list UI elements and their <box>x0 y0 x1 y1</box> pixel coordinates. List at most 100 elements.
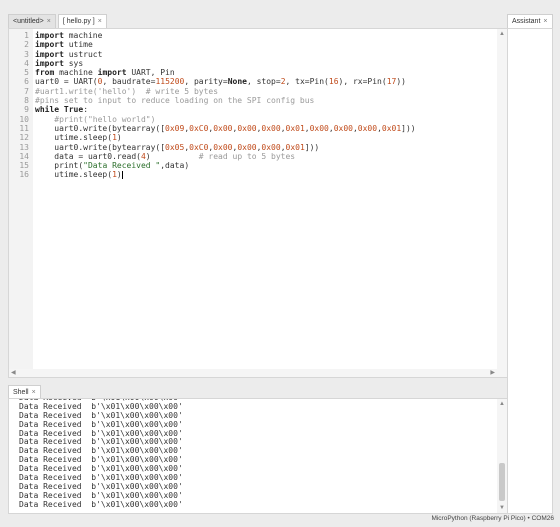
code-text: from machine import UART, Pin <box>35 68 175 77</box>
code-text: while True: <box>35 105 88 114</box>
tab-untitled[interactable]: <untitled> × <box>8 14 56 28</box>
code-line[interactable]: 10 #print("hello world") <box>9 115 495 124</box>
code-area[interactable]: 1 import machine 2 import utime 3 import ustr… <box>9 31 495 180</box>
code-token: 0x00 <box>237 123 257 133</box>
text-cursor <box>121 170 123 179</box>
line-number: 13 <box>19 142 29 152</box>
code-text: #uart1.write('hello') # write 5 bytes <box>35 87 218 96</box>
close-icon[interactable]: × <box>32 389 36 396</box>
code-token: : <box>83 105 89 115</box>
code-token: ,data) <box>160 161 190 171</box>
line-number: 5 <box>24 68 29 78</box>
code-token: import <box>35 40 64 50</box>
line-number: 14 <box>19 151 29 161</box>
code-token: #pins set to input to reduce loading on … <box>35 96 315 106</box>
scroll-up-icon[interactable]: ▲ <box>497 29 507 39</box>
code-line[interactable]: 13 uart0.write(bytearray([0x05,0xC0,0x00… <box>9 143 495 152</box>
code-token: 0xC0 <box>189 142 209 152</box>
code-text: utime.sleep(1) <box>35 170 123 179</box>
code-line[interactable]: 12 utime.sleep(1) <box>9 133 495 142</box>
tab-label: Assistant <box>512 18 541 25</box>
code-token: import <box>97 68 127 78</box>
code-token: 0x05 <box>165 142 185 152</box>
close-icon[interactable]: × <box>543 18 547 25</box>
tab-label: <untitled> <box>13 18 44 25</box>
line-number: 15 <box>19 161 29 171</box>
tab-assistant[interactable]: Assistant × <box>507 14 553 28</box>
close-icon[interactable]: × <box>98 18 102 25</box>
code-token: "Data Received " <box>83 161 161 171</box>
scroll-left-icon[interactable]: ◀ <box>11 369 16 377</box>
code-token: 0x00 <box>237 142 257 152</box>
code-token: utime <box>63 40 93 50</box>
code-token: 0x01 <box>381 123 402 133</box>
scroll-thumb[interactable] <box>499 463 505 501</box>
code-token: 115200 <box>155 77 185 87</box>
code-token: 0xC0 <box>189 123 209 133</box>
tab-hello-py[interactable]: [ hello.py ] × <box>57 14 107 28</box>
tab-label: [ hello.py ] <box>62 18 95 25</box>
scroll-right-icon[interactable]: ▶ <box>490 369 495 377</box>
code-token: ), rx=Pin( <box>338 77 387 87</box>
editor-tab-bar: <untitled> × [ hello.py ] × <box>8 14 107 28</box>
code-token: uart0.write(bytearray([ <box>35 123 166 133</box>
code-token: , tx=Pin( <box>285 77 329 87</box>
code-line[interactable]: 11 uart0.write(bytearray([0x09,0xC0,0x00… <box>9 124 495 133</box>
code-token: 0x00 <box>261 123 281 133</box>
tab-shell[interactable]: Shell × <box>8 385 41 399</box>
code-line[interactable]: 3 import ustruct <box>9 50 495 59</box>
code-token: 0x09 <box>165 123 185 133</box>
editor-horizontal-scrollbar[interactable]: ◀ ▶ <box>9 369 507 377</box>
close-icon[interactable]: × <box>47 18 51 25</box>
shell-panel[interactable]: Data Received b'\x01\x00\x00\x00' Data Re… <box>8 398 508 514</box>
code-token: print( <box>35 161 84 171</box>
shell-line: Data Received b'\x01\x00\x00\x00' <box>19 499 183 509</box>
code-editor[interactable]: 1 import machine 2 import utime 3 import ustr… <box>8 28 508 378</box>
code-line[interactable]: 8 #pins set to input to reduce loading on… <box>9 96 495 105</box>
code-line[interactable]: 1 import machine <box>9 31 495 40</box>
code-token: 0x00 <box>333 123 353 133</box>
line-number: 2 <box>24 40 29 50</box>
line-number: 11 <box>19 123 29 133</box>
code-text: uart0.write(bytearray([0x09,0xC0,0x00,0x… <box>35 123 415 133</box>
code-line[interactable]: 5 from machine import UART, Pin <box>9 68 495 77</box>
scroll-down-icon[interactable]: ▼ <box>497 503 507 513</box>
line-number: 6 <box>24 77 29 87</box>
ide-window: <untitled> × [ hello.py ] × 1 import machin… <box>0 0 560 527</box>
code-text: import machine <box>35 31 102 40</box>
code-token: #uart1.write('hello') # write 5 bytes <box>35 86 219 96</box>
code-text: import sys <box>35 59 83 68</box>
code-text: #pins set to input to reduce loading on … <box>35 96 314 105</box>
code-token: machine <box>63 31 103 40</box>
code-text: import ustruct <box>35 50 102 59</box>
code-text: print("Data Received ",data) <box>35 161 189 170</box>
editor-vertical-scrollbar[interactable]: ▲ ▼ <box>497 29 507 377</box>
line-number: 4 <box>24 58 29 68</box>
code-line[interactable]: 7 #uart1.write('hello') # write 5 bytes <box>9 87 495 96</box>
code-line[interactable]: 14 data = uart0.read(4) # read up to 5 b… <box>9 152 495 161</box>
line-number: 12 <box>19 133 29 143</box>
code-line[interactable]: 4 import sys <box>9 59 495 68</box>
code-token: 0x00 <box>213 142 233 152</box>
code-line[interactable]: 6 uart0 = UART(0, baudrate=115200, parity… <box>9 77 495 86</box>
code-token: import <box>35 58 64 68</box>
code-token: )) <box>396 77 406 87</box>
code-text: import utime <box>35 40 93 49</box>
line-number: 10 <box>19 114 29 124</box>
code-token: uart0 = UART( <box>35 77 98 87</box>
line-number: 16 <box>19 170 29 180</box>
line-number: 1 <box>24 31 29 40</box>
scroll-up-icon[interactable]: ▲ <box>497 399 507 409</box>
code-line[interactable]: 16 utime.sleep(1) <box>9 170 495 179</box>
code-token: 0x00 <box>261 142 281 152</box>
code-token: , stop= <box>246 77 281 87</box>
code-line[interactable]: 2 import utime <box>9 40 495 49</box>
code-token: uart0.write(bytearray([ <box>35 142 166 152</box>
shell-scrollbar[interactable]: ▲ ▼ <box>497 399 507 513</box>
code-line[interactable]: 9 while True: <box>9 105 495 114</box>
code-text: uart0 = UART(0, baudrate=115200, parity=… <box>35 77 406 86</box>
code-token: 0x00 <box>309 123 329 133</box>
code-token: 0x01 <box>285 142 305 152</box>
code-line[interactable]: 15 print("Data Received ",data) <box>9 161 495 170</box>
interpreter-status[interactable]: MicroPython (Raspberry Pi Pico) • COM26 <box>431 515 554 522</box>
